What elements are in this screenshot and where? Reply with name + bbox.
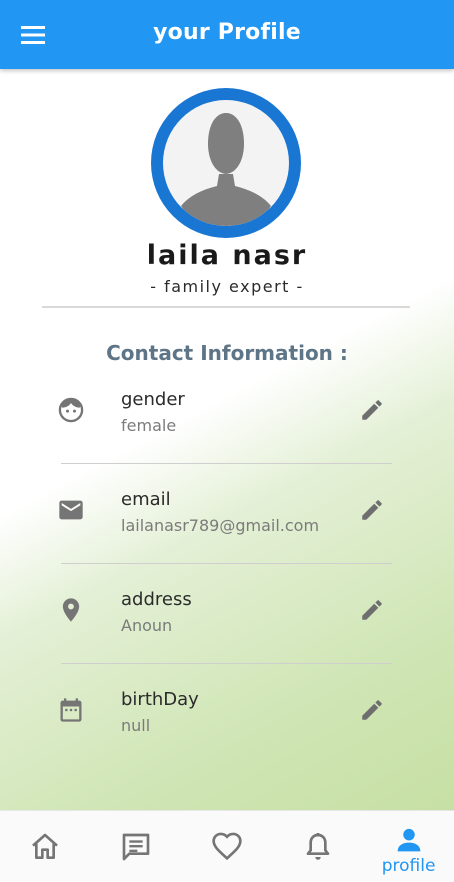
- divider: [42, 306, 410, 308]
- edit-email-button[interactable]: [355, 493, 389, 527]
- calendar-icon: [56, 695, 86, 725]
- edit-icon: [362, 500, 382, 520]
- person-silhouette-icon: [181, 113, 271, 226]
- email-icon: [56, 495, 86, 525]
- nav-favorites[interactable]: [182, 811, 273, 882]
- edit-address-button[interactable]: [355, 593, 389, 627]
- edit-icon: [362, 700, 382, 720]
- edit-gender-button[interactable]: [355, 393, 389, 427]
- bottom-nav: profile: [0, 810, 454, 882]
- avatar-placeholder: [163, 100, 289, 226]
- email-value: lailanasr789@gmail.com: [121, 516, 320, 535]
- app-bar: your Profile: [0, 0, 454, 69]
- address-value: Anoun: [121, 616, 173, 635]
- avatar: [151, 88, 301, 238]
- contact-row-gender: gender female: [0, 375, 454, 475]
- address-label: address: [121, 589, 192, 610]
- nav-profile[interactable]: profile: [363, 811, 454, 882]
- nav-notifications[interactable]: [272, 811, 363, 882]
- edit-birthday-button[interactable]: [355, 693, 389, 727]
- contact-section-title: Contact Information :: [106, 341, 348, 365]
- row-divider: [61, 663, 392, 664]
- profile-role: - family expert -: [150, 277, 304, 296]
- nav-chat[interactable]: [91, 811, 182, 882]
- edit-icon: [362, 600, 382, 620]
- row-divider: [61, 463, 392, 464]
- edit-icon: [362, 400, 382, 420]
- face-icon: [56, 395, 86, 425]
- chat-icon: [122, 833, 150, 861]
- contact-row-birthday: birthDay null: [0, 675, 454, 775]
- gender-label: gender: [121, 389, 185, 410]
- profile-name: laila nasr: [146, 240, 308, 271]
- contact-row-email: email lailanasr789@gmail.com: [0, 475, 454, 575]
- email-label: email: [121, 489, 171, 510]
- person-icon: [397, 828, 420, 852]
- bell-icon: [306, 833, 330, 860]
- nav-home[interactable]: [0, 811, 91, 882]
- heart-icon: [212, 832, 242, 861]
- home-icon: [32, 833, 59, 859]
- row-divider: [61, 563, 392, 564]
- location-icon: [56, 595, 86, 625]
- birthday-value: null: [121, 716, 151, 735]
- contact-row-address: address Anoun: [0, 575, 454, 675]
- gender-value: female: [121, 416, 177, 435]
- nav-profile-label: profile: [381, 856, 436, 876]
- birthday-label: birthDay: [121, 689, 199, 710]
- page-title: your Profile: [153, 20, 301, 45]
